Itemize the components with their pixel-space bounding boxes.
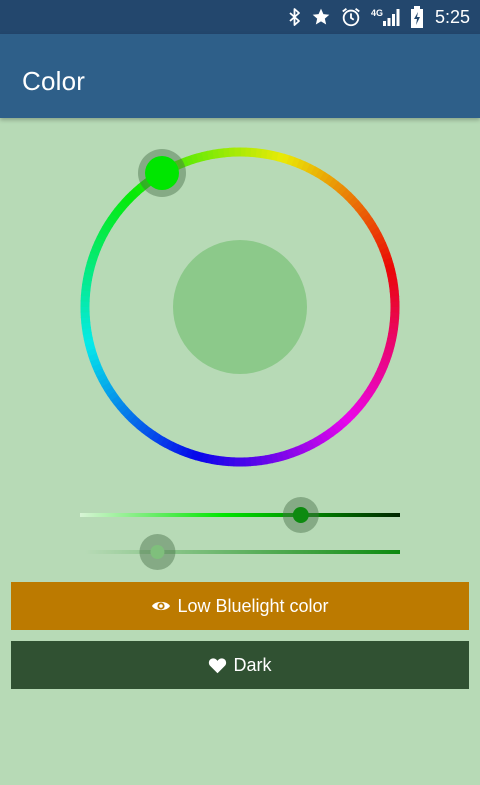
status-bar: 4G 5:25	[0, 0, 480, 34]
page-title: Color	[22, 66, 86, 96]
battery-charging-icon	[410, 6, 424, 28]
low-bluelight-label: Low Bluelight color	[177, 595, 329, 616]
status-time: 5:25	[434, 6, 470, 27]
dark-button[interactable]: Dark	[11, 641, 469, 689]
color-preview	[173, 240, 307, 374]
opacity-slider[interactable]	[70, 532, 410, 572]
hue-handle[interactable]	[145, 156, 179, 190]
heart-icon	[208, 657, 227, 674]
dark-label: Dark	[233, 654, 272, 675]
star-icon	[311, 7, 331, 27]
color-wheel[interactable]	[75, 140, 405, 475]
opacity-handle[interactable]	[150, 545, 165, 559]
low-bluelight-button[interactable]: Low Bluelight color	[11, 582, 469, 630]
eye-icon	[151, 599, 171, 613]
saturation-track[interactable]	[80, 513, 400, 517]
opacity-track[interactable]	[85, 550, 400, 554]
alarm-icon	[340, 6, 362, 28]
bluetooth-icon	[288, 7, 302, 27]
4g-signal-icon: 4G	[371, 7, 401, 27]
saturation-handle[interactable]	[292, 507, 309, 523]
saturation-slider[interactable]	[70, 495, 410, 535]
app-bar: Color	[0, 34, 480, 118]
network-label: 4G	[371, 8, 383, 18]
